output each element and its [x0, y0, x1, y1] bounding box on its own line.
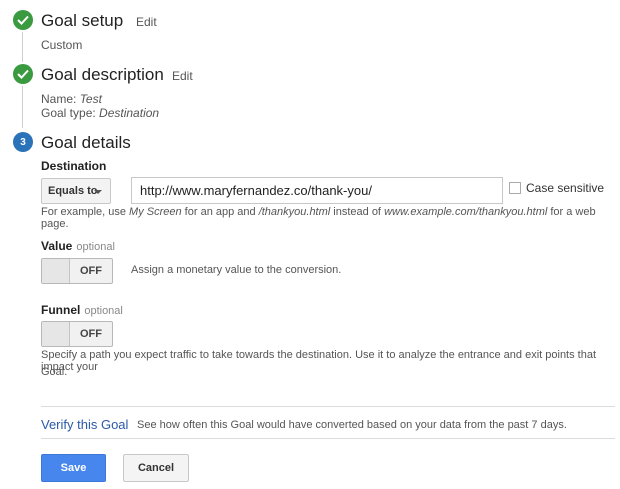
- verify-goal-link[interactable]: Verify this Goal: [41, 417, 128, 432]
- funnel-toggle[interactable]: OFF: [41, 321, 113, 347]
- match-type-select[interactable]: Equals to: [41, 178, 111, 204]
- destination-url-input[interactable]: [131, 177, 503, 204]
- goal-setup-summary: Custom: [41, 38, 83, 52]
- help-example-app: My Screen: [129, 206, 182, 218]
- toggle-knob: [42, 259, 70, 283]
- help-prefix: For example, use: [41, 206, 130, 218]
- check-icon: [13, 10, 33, 30]
- funnel-toggle-state: OFF: [80, 328, 102, 340]
- goal-type-value: Destination: [99, 106, 160, 120]
- goal-description-edit-link[interactable]: Edit: [172, 69, 193, 83]
- case-sensitive-label: Case sensitive: [526, 181, 605, 195]
- help-middle-1: for an app and: [181, 206, 259, 218]
- check-icon: [13, 64, 33, 84]
- step-number-badge: 3: [13, 132, 33, 152]
- divider: [41, 406, 615, 407]
- funnel-optional-tag: optional: [84, 305, 123, 317]
- value-label: Value optional: [41, 239, 115, 253]
- value-description: Assign a monetary value to the conversio…: [131, 264, 342, 276]
- help-example-url: www.example.com/thankyou.html: [384, 206, 548, 218]
- step-connector-1: [22, 32, 23, 62]
- help-example-page: /thankyou.html: [258, 206, 331, 218]
- verify-description: See how often this Goal would have conve…: [137, 419, 567, 431]
- funnel-description-line-2: Goal.: [41, 366, 68, 378]
- goal-setup-edit-link[interactable]: Edit: [136, 15, 157, 29]
- funnel-label-text: Funnel: [41, 303, 81, 317]
- match-type-value: Equals to: [48, 185, 98, 197]
- case-sensitive-checkbox[interactable]: [509, 182, 521, 194]
- step-connector-2: [22, 86, 23, 128]
- save-button[interactable]: Save: [41, 454, 106, 482]
- value-label-text: Value: [41, 239, 73, 253]
- goal-type-label: Goal type:: [41, 106, 96, 120]
- divider: [41, 438, 615, 439]
- value-optional-tag: optional: [76, 241, 115, 253]
- goal-name-label: Name:: [41, 92, 77, 106]
- toggle-knob: [42, 322, 70, 346]
- goal-name-summary: Name: Test: [41, 92, 102, 106]
- step-title-goal-details: Goal details: [41, 133, 131, 152]
- funnel-description-line-1: Specify a path you expect traffic to tak…: [41, 349, 597, 373]
- goal-name-value: Test: [79, 92, 102, 106]
- value-toggle[interactable]: OFF: [41, 258, 113, 284]
- destination-help-text: For example, use My Screen for an app an…: [41, 206, 620, 230]
- destination-label: Destination: [41, 159, 107, 173]
- step-title-goal-description: Goal description: [41, 65, 164, 84]
- goal-type-summary: Goal type: Destination: [41, 106, 159, 120]
- cancel-button[interactable]: Cancel: [123, 454, 189, 482]
- chevron-down-icon: [94, 190, 102, 194]
- step-title-goal-setup: Goal setup: [41, 11, 124, 30]
- funnel-label: Funnel optional: [41, 303, 123, 317]
- value-toggle-state: OFF: [80, 265, 102, 277]
- help-middle-2: instead of: [330, 206, 385, 218]
